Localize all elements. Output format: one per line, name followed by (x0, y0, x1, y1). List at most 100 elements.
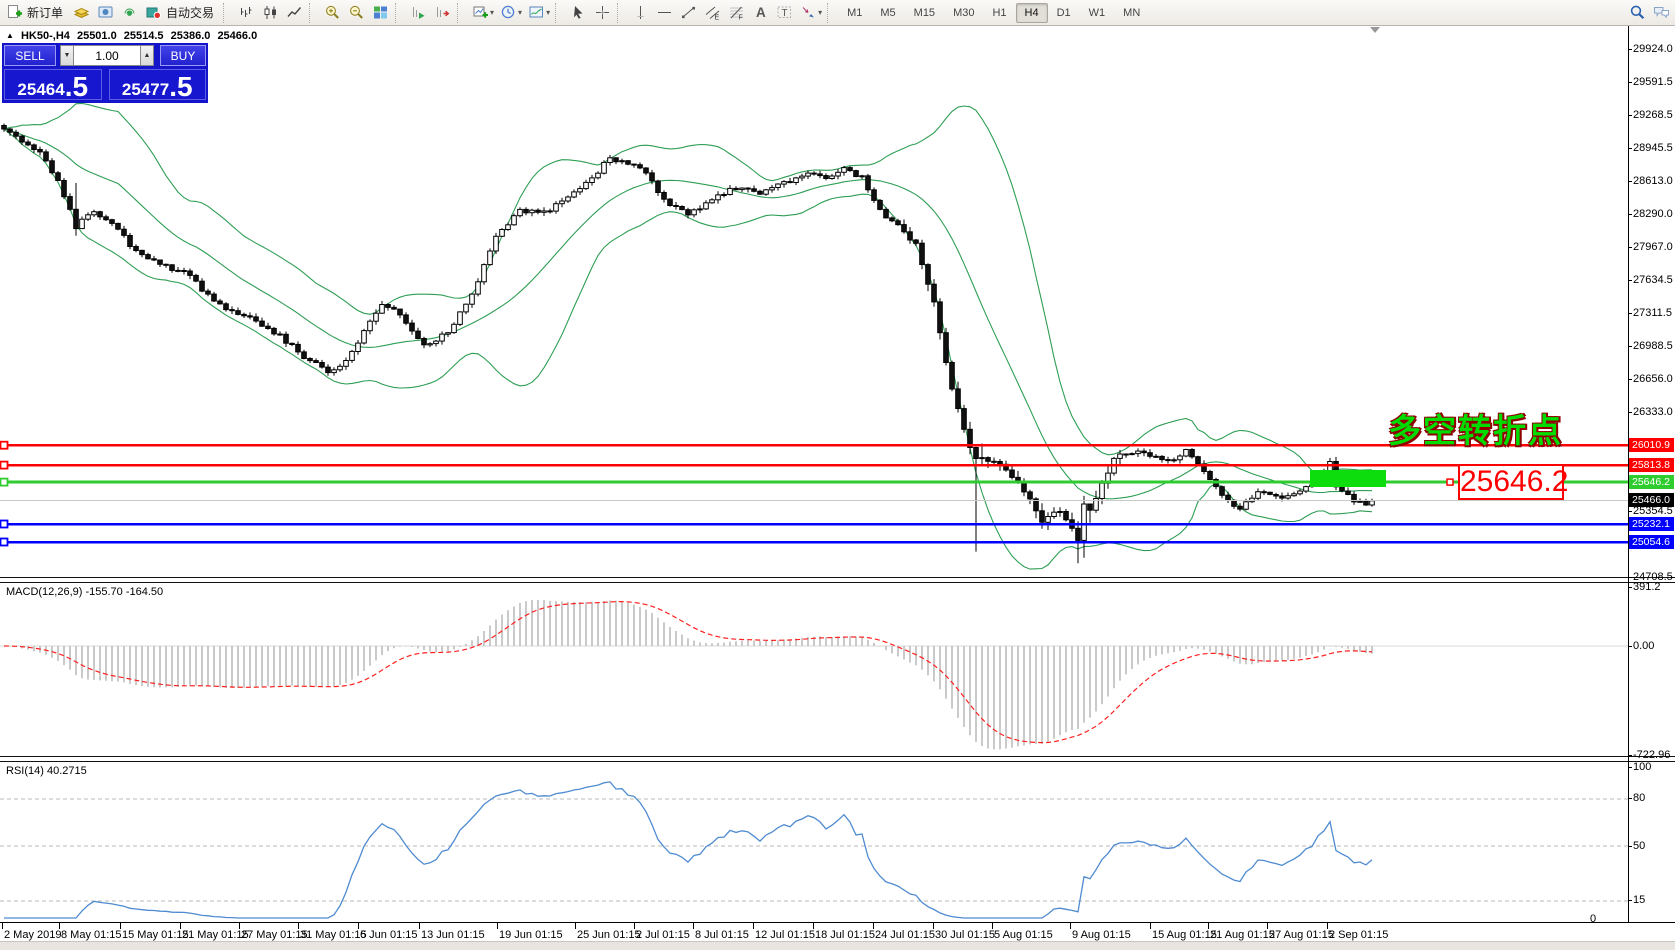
time-axis-tick (992, 923, 993, 929)
price-callout-label[interactable]: 25646.2 (1458, 464, 1564, 500)
dropdown-caret-icon[interactable]: ▾ (518, 8, 522, 17)
buy-price-display[interactable]: 25477 .5 (109, 69, 207, 100)
time-axis[interactable]: 2 May 20198 May 01:1515 May 01:1521 May … (0, 922, 1675, 942)
timeframe-button-h4[interactable]: H4 (1016, 3, 1048, 23)
chart-shift-marker (1370, 27, 1380, 33)
text-icon[interactable]: A (748, 2, 772, 24)
sell-price-frac: .5 (65, 76, 88, 98)
turning-point-annotation[interactable]: 多空转折点 (1388, 404, 1563, 452)
equidistant-channel-icon[interactable]: E (700, 2, 724, 24)
timeframe-button-h1[interactable]: H1 (983, 3, 1015, 23)
crosshair-icon[interactable] (590, 2, 614, 24)
time-axis-label: 12 Jul 01:15 (755, 929, 815, 941)
dropdown-caret-icon[interactable]: ▾ (818, 8, 822, 17)
time-axis-label: 25 Jun 01:15 (577, 929, 641, 941)
volume-input[interactable] (74, 45, 140, 66)
volume-stepper: ▼ ▲ (60, 45, 154, 66)
horizontal-line-icon[interactable] (652, 2, 676, 24)
candlestick-chart-icon[interactable] (258, 2, 282, 24)
time-axis-tick (59, 923, 60, 929)
buy-button[interactable]: BUY (160, 45, 206, 66)
timeframe-button-m1[interactable]: M1 (838, 3, 871, 23)
svg-text:E: E (714, 15, 719, 22)
price-axis-tick: 27967.0 (1633, 241, 1675, 254)
auto-scroll-icon[interactable] (406, 2, 430, 24)
timeframe-button-w1[interactable]: W1 (1080, 3, 1115, 23)
bar-chart-icon[interactable] (234, 2, 258, 24)
time-axis-tick (575, 923, 576, 929)
vertical-line-icon[interactable] (628, 2, 652, 24)
svg-text:F: F (738, 15, 742, 22)
price-axis-tick: 15 (1633, 894, 1675, 907)
time-axis-tick (358, 923, 359, 929)
chat-icon[interactable] (1649, 2, 1673, 24)
time-axis-tick (813, 923, 814, 929)
price-axis-tick: 27311.5 (1633, 307, 1675, 320)
time-axis-tick (419, 923, 420, 929)
dropdown-caret-icon[interactable]: ▾ (546, 8, 550, 17)
buy-price-main: 25477 (122, 81, 169, 98)
search-icon[interactable] (1625, 2, 1649, 24)
zoom-in-icon[interactable] (320, 2, 344, 24)
price-axis-tick: 29924.0 (1633, 43, 1675, 56)
timeframe-button-m5[interactable]: M5 (871, 3, 904, 23)
volume-decrease-button[interactable]: ▼ (60, 45, 74, 66)
time-axis-tick (497, 923, 498, 929)
rsi-canvas[interactable] (0, 761, 1628, 922)
toolbar-right-group (1625, 2, 1673, 24)
macd-label: MACD(12,26,9) -155.70 -164.50 (6, 586, 163, 598)
toolbar-item-label[interactable]: 自动交易 (166, 4, 214, 21)
text-label-icon[interactable]: T (772, 2, 796, 24)
timeframe-button-d1[interactable]: D1 (1048, 3, 1080, 23)
zoom-out-icon[interactable] (344, 2, 368, 24)
line-chart-icon[interactable] (282, 2, 306, 24)
volume-increase-button[interactable]: ▲ (140, 45, 154, 66)
time-axis-label: 8 Jul 01:15 (695, 929, 749, 941)
profiles-clock-icon[interactable] (496, 2, 520, 24)
price-axis-tick: 28613.0 (1633, 175, 1675, 188)
arrows-shapes-icon[interactable] (796, 2, 820, 24)
new-order-icon[interactable] (2, 2, 26, 24)
time-axis-tick (1267, 923, 1268, 929)
time-axis-label: 21 Aug 01:15 (1210, 929, 1275, 941)
signals-icon[interactable] (117, 2, 141, 24)
time-axis-label: 15 May 01:15 (122, 929, 189, 941)
price-axis-tick: 29591.5 (1633, 76, 1675, 89)
time-axis-label: 19 Jun 01:15 (499, 929, 563, 941)
price-axis-line (1628, 26, 1629, 922)
time-axis-tick (120, 923, 121, 929)
trendline-icon[interactable] (676, 2, 700, 24)
symbol-period: HK50-,H4 (21, 30, 70, 42)
autotrading-icon[interactable] (141, 2, 165, 24)
time-axis-tick (693, 923, 694, 929)
timeframe-button-mn[interactable]: MN (1114, 3, 1149, 23)
navigator-icon[interactable] (93, 2, 117, 24)
macd-canvas[interactable] (0, 582, 1628, 757)
sell-price-display[interactable]: 25464 .5 (4, 69, 102, 100)
dropdown-caret-icon[interactable]: ▾ (490, 8, 494, 17)
fibonacci-icon[interactable]: F (724, 2, 748, 24)
time-axis-label: 9 Aug 01:15 (1072, 929, 1131, 941)
time-axis-label: 13 Jun 01:15 (421, 929, 485, 941)
market-watch-icon[interactable] (69, 2, 93, 24)
level-price-tag: 25813.8 (1629, 458, 1674, 472)
time-axis-tick (180, 923, 181, 929)
time-axis-tick (753, 923, 754, 929)
new-chart-icon[interactable] (468, 2, 492, 24)
chart-shift-icon[interactable] (430, 2, 454, 24)
cursor-icon[interactable] (566, 2, 590, 24)
toolbar-separator (617, 3, 625, 23)
indicators-icon[interactable] (524, 2, 548, 24)
timeframe-button-m15[interactable]: M15 (905, 3, 944, 23)
main-chart-canvas[interactable] (0, 26, 1628, 578)
tile-windows-icon[interactable] (368, 2, 392, 24)
price-axis-tick: 391.2 (1633, 581, 1675, 594)
timeframe-button-m30[interactable]: M30 (944, 3, 983, 23)
time-axis-label: 2 Jul 01:15 (636, 929, 690, 941)
sell-button[interactable]: SELL (4, 45, 56, 66)
toolbar-item-label[interactable]: 新订单 (27, 4, 63, 21)
toolbar-separator (395, 3, 403, 23)
time-axis-label: 5 Aug 01:15 (994, 929, 1053, 941)
collapse-triangle-icon[interactable]: ▲ (6, 31, 14, 40)
ohlc-open: 25501.0 (77, 30, 117, 42)
